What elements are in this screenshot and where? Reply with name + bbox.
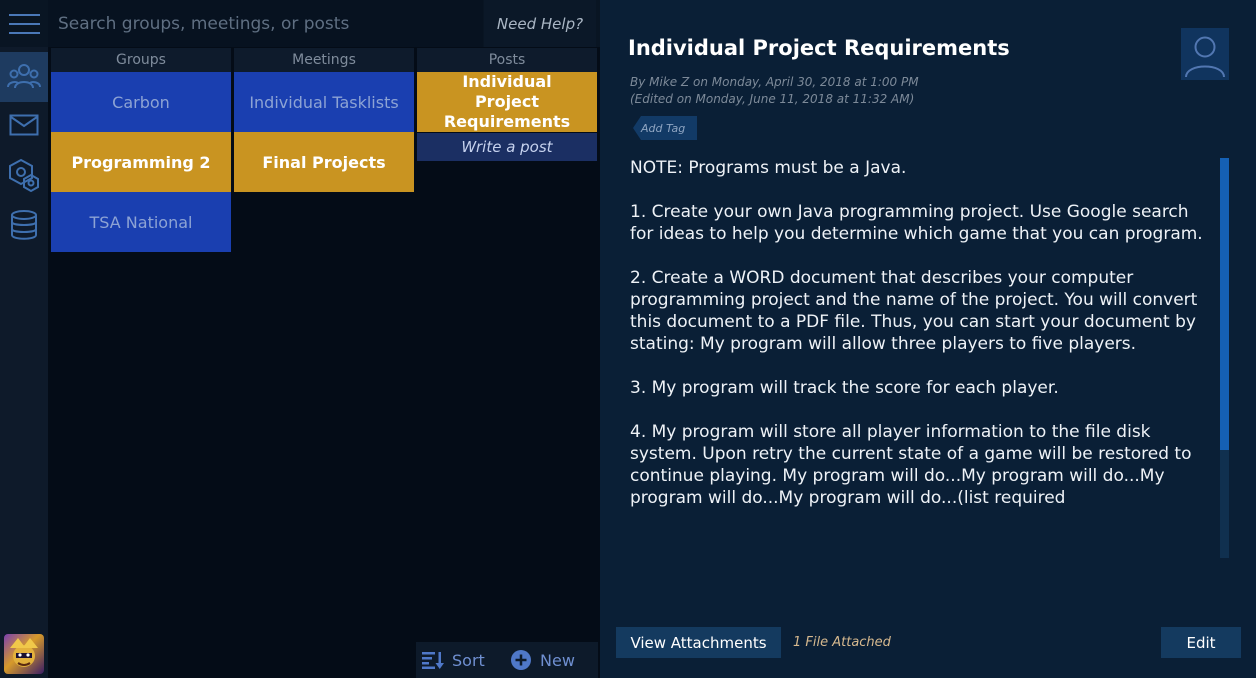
group-item-tsa-national[interactable]: TSA National <box>51 192 231 252</box>
attachment-count: 1 File Attached <box>793 635 891 650</box>
sort-label: Sort <box>452 650 485 670</box>
hexagon-settings-icon <box>9 158 39 192</box>
meeting-item-individual-tasklists[interactable]: Individual Tasklists <box>234 72 414 132</box>
post-paragraph: 3. My program will track the score for e… <box>630 378 1059 398</box>
edit-button[interactable]: Edit <box>1161 627 1241 658</box>
group-item-carbon[interactable]: Carbon <box>51 72 231 132</box>
scrollbar-thumb[interactable] <box>1220 158 1229 450</box>
need-help-button[interactable]: Need Help? <box>484 0 596 47</box>
post-body: NOTE: Programs must be a Java. 1. Create… <box>630 157 1210 557</box>
post-title: Individual Project Requirements <box>628 36 1010 60</box>
post-item-individual-project-requirements[interactable]: Individual Project Requirements <box>417 72 597 132</box>
add-tag-button[interactable]: Add Tag <box>633 116 698 140</box>
posts-column-header: Posts <box>417 48 597 72</box>
groups-column-header: Groups <box>51 48 231 72</box>
mascot-avatar-icon <box>10 638 38 667</box>
post-scrollbar[interactable] <box>1220 158 1229 558</box>
rail-item-settings[interactable] <box>0 150 48 200</box>
rail-item-groups[interactable] <box>0 52 48 102</box>
group-item-programming-2[interactable]: Programming 2 <box>51 132 231 192</box>
database-icon <box>11 210 37 240</box>
user-silhouette-icon <box>1185 36 1225 78</box>
meetings-column-header: Meetings <box>234 48 414 72</box>
sort-button[interactable]: Sort <box>416 651 504 670</box>
post-edited-note: (Edited on Monday, June 11, 2018 at 11:3… <box>630 92 915 106</box>
write-post-button[interactable]: Write a post <box>417 133 597 161</box>
left-pane: Need Help? <box>0 0 600 678</box>
meeting-item-final-projects[interactable]: Final Projects <box>234 132 414 192</box>
new-label: New <box>540 650 575 670</box>
search-input[interactable] <box>48 0 483 47</box>
rail-item-database[interactable] <box>0 200 48 250</box>
view-attachments-button[interactable]: View Attachments <box>616 627 781 658</box>
post-paragraph: NOTE: Programs must be a Java. <box>630 158 907 178</box>
top-bar: Need Help? <box>0 0 600 47</box>
list-toolbar: Sort New <box>416 642 598 678</box>
icon-rail <box>0 47 48 678</box>
author-avatar[interactable] <box>1181 28 1229 80</box>
plus-circle-icon <box>511 650 531 670</box>
hamburger-menu-icon[interactable] <box>0 0 48 47</box>
user-avatar[interactable] <box>4 634 44 674</box>
sort-icon <box>422 652 444 669</box>
post-byline: By Mike Z on Monday, April 30, 2018 at 1… <box>630 75 919 89</box>
post-detail-panel: Individual Project Requirements By Mike … <box>600 0 1256 678</box>
new-button[interactable]: New <box>504 649 594 671</box>
rail-item-mail[interactable] <box>0 100 48 150</box>
mail-icon <box>9 114 39 136</box>
groups-icon <box>7 64 41 89</box>
post-paragraph: 4. My program will store all player info… <box>630 422 1192 508</box>
post-paragraph: 2. Create a WORD document that describes… <box>630 268 1198 354</box>
post-paragraph: 1. Create your own Java programming proj… <box>630 202 1203 244</box>
